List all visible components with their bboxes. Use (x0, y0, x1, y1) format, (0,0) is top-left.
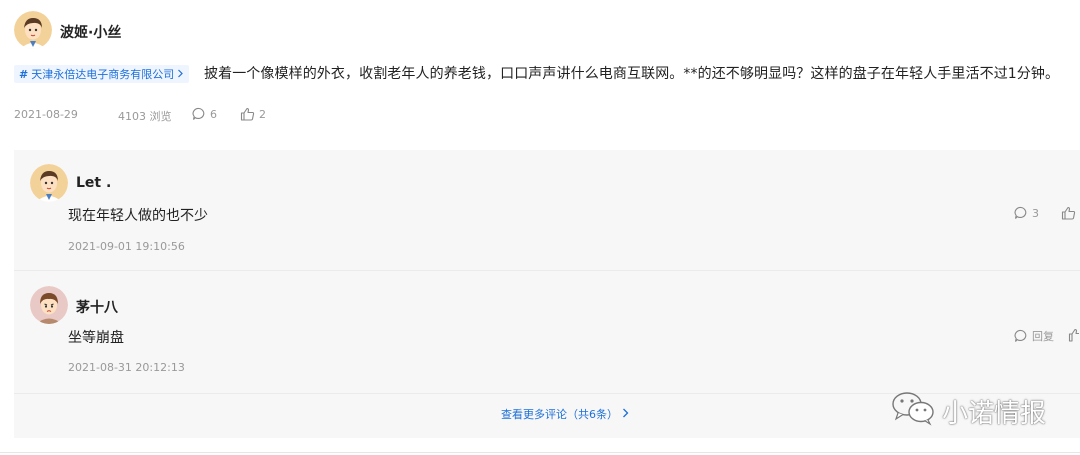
chevron-right-icon (622, 408, 629, 421)
comment-author-name[interactable]: Let . (76, 175, 111, 191)
comment-reply-button[interactable]: 回复 (1014, 328, 1054, 344)
post-like-count: 2 (259, 107, 266, 121)
chevron-right-icon (177, 68, 184, 81)
post-date: 2021-08-29 (14, 108, 78, 121)
comment-text: 坐等崩盘 (68, 330, 124, 346)
comment-author-avatar[interactable] (30, 286, 68, 324)
company-tag-label: 天津永倍达电子商务有限公司 (31, 68, 175, 81)
watermark: 小诺情报 (890, 390, 1046, 433)
post-body: 披着一个像模样的外衣，收割老年人的养老钱，口口声声讲什么电商互联网。**的还不够… (204, 66, 1060, 82)
comment-divider (14, 270, 1080, 271)
comment-bubble-icon (1014, 329, 1028, 343)
view-more-comments-label: 查看更多评论（共6条） (501, 408, 618, 421)
page-bottom-border (0, 452, 1080, 453)
post-views: 4103 浏览 (118, 110, 172, 123)
company-tag[interactable]: # 天津永倍达电子商务有限公司 (14, 65, 190, 83)
comment-reply-count: 3 (1032, 206, 1039, 220)
comment-text: 现在年轻人做的也不少 (68, 208, 208, 224)
post-author-avatar[interactable] (14, 11, 52, 49)
hash-icon: # (19, 67, 29, 81)
post-comment-count: 6 (210, 107, 217, 121)
thumbs-up-icon (1068, 328, 1080, 342)
post-comment-button[interactable]: 6 (192, 107, 217, 121)
watermark-text: 小诺情报 (942, 399, 1047, 429)
view-more-comments-link[interactable]: 查看更多评论（共6条） (501, 406, 629, 422)
comment-reply-label: 回复 (1032, 330, 1054, 343)
comment-date: 2021-09-01 19:10:56 (68, 240, 185, 253)
post-author-name[interactable]: 波姬·小丝 (60, 22, 121, 42)
comment-bubble-icon (192, 107, 206, 121)
comment-author-name[interactable]: 茅十八 (76, 297, 118, 317)
thumbs-up-icon (240, 107, 255, 121)
comment-date: 2021-08-31 20:12:13 (68, 361, 185, 374)
comment-like-button[interactable] (1068, 328, 1080, 342)
post-like-button[interactable]: 2 (240, 107, 266, 121)
comment-bubble-icon (1014, 206, 1028, 220)
comment-author-avatar[interactable] (30, 164, 68, 202)
comment-like-button[interactable] (1061, 206, 1076, 220)
thumbs-up-icon (1061, 206, 1076, 220)
wechat-icon (890, 390, 936, 433)
comment-reply-button[interactable]: 3 (1014, 206, 1039, 220)
